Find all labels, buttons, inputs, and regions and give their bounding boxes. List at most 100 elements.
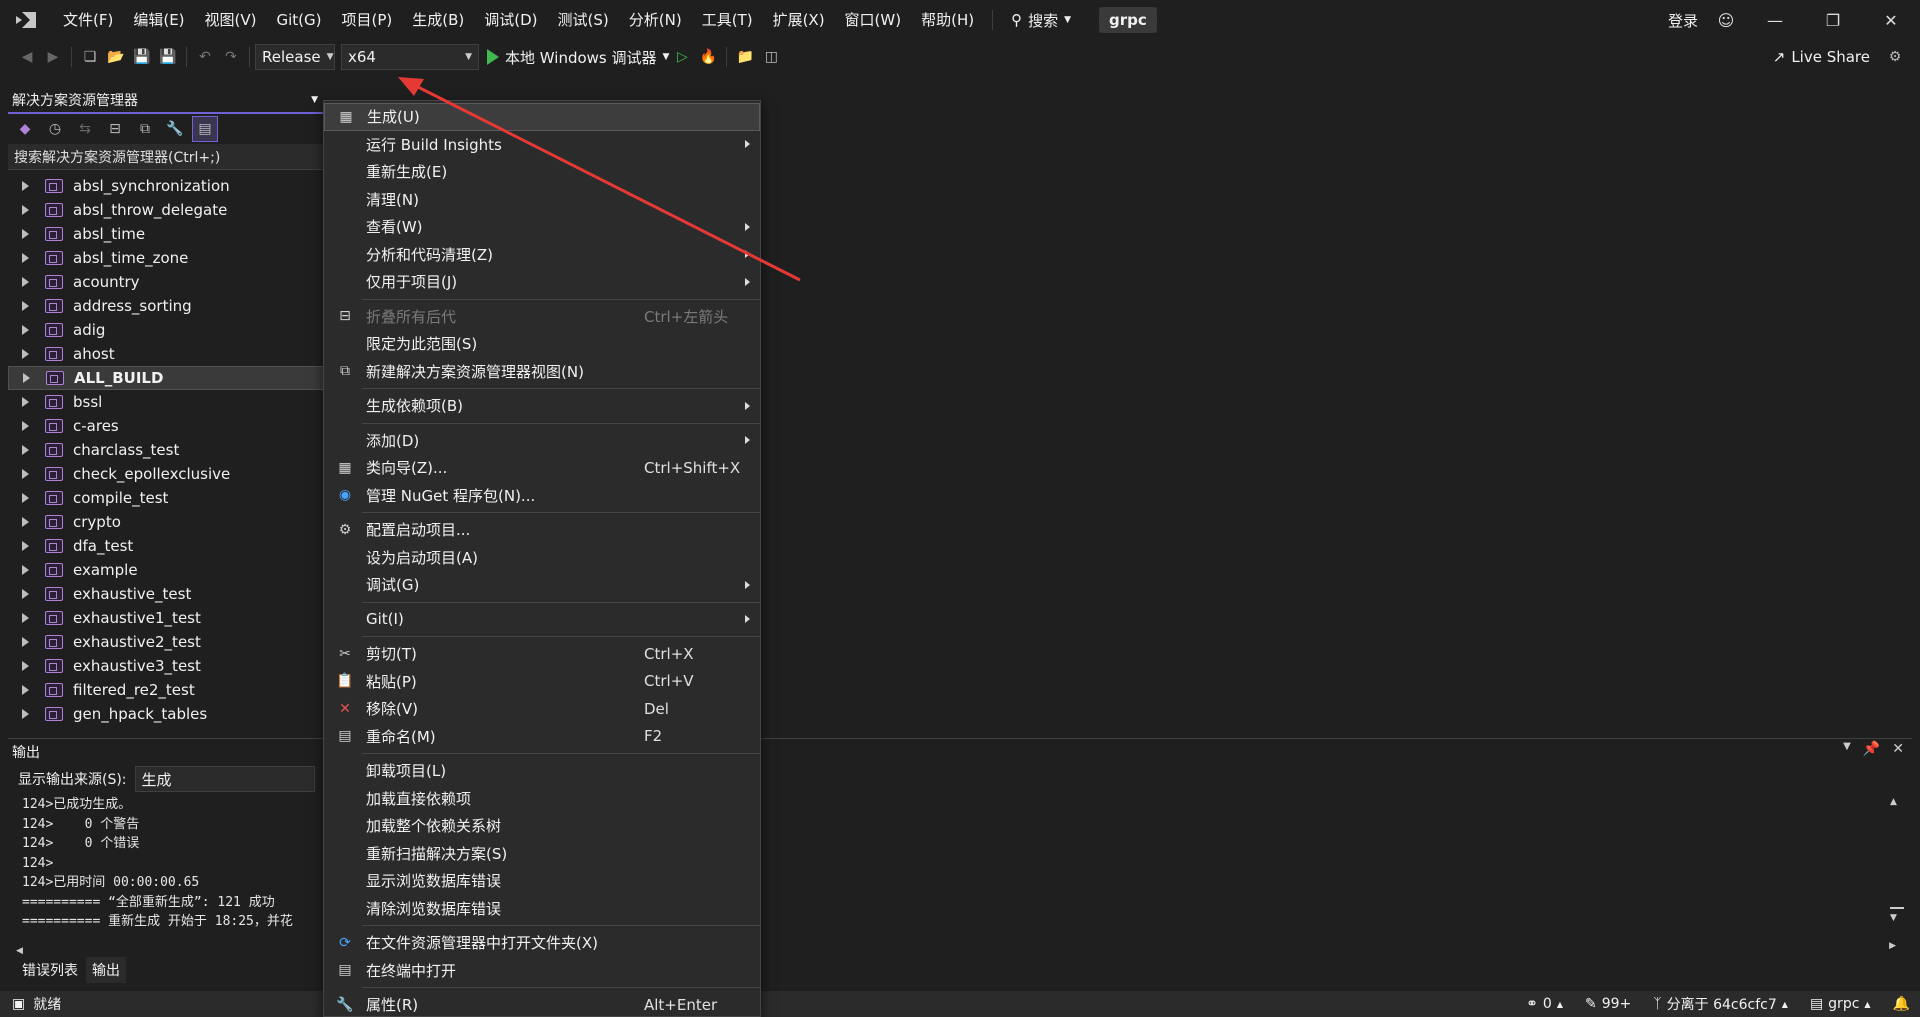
status-branch[interactable]: ᛉ 分离于 64c6cfc7 ▲ — [1653, 994, 1788, 1014]
context-menu-item[interactable]: 设为启动项目(A) — [324, 544, 760, 572]
tree-item[interactable]: crypto — [8, 510, 324, 534]
tree-item[interactable]: adig — [8, 318, 324, 342]
output-text[interactable]: 124>已成功生成。 124> 0 个警告 124> 0 个错误 124> 124>已用… — [22, 795, 293, 932]
tree-item[interactable]: absl_synchronization — [8, 174, 324, 198]
tree-item[interactable]: gen_hpack_tables — [8, 702, 324, 726]
context-menu-item[interactable]: 🔧 属性(R) Alt+Enter — [324, 991, 760, 1017]
solution-search-input[interactable]: 搜索解决方案资源管理器(Ctrl+;) — [8, 144, 324, 170]
context-menu-item[interactable]: ◉ 管理 NuGet 程序包(N)... — [324, 482, 760, 510]
context-menu-item[interactable]: ▦ 类向导(Z)... Ctrl+Shift+X — [324, 454, 760, 482]
menu-item[interactable]: Git(G) — [267, 0, 332, 40]
tab-output[interactable]: 输出 — [86, 957, 126, 983]
scroll-down-icon[interactable]: ▼ — [1890, 913, 1904, 923]
expand-arrow-icon[interactable] — [22, 325, 29, 335]
status-repo[interactable]: ▤ grpc ▲ — [1810, 996, 1871, 1012]
menu-item[interactable]: 分析(N) — [619, 0, 692, 40]
context-menu-item[interactable]: ✂ 剪切(T) Ctrl+X — [324, 640, 760, 668]
login-link[interactable]: 登录 — [1668, 10, 1698, 31]
context-menu-item[interactable]: ⚙ 配置启动项目... — [324, 516, 760, 544]
preview-icon[interactable]: ▤ — [192, 116, 218, 142]
properties-wrench-icon[interactable]: 🔧 — [162, 116, 188, 142]
menu-item[interactable]: 扩展(X) — [763, 0, 835, 40]
chevron-down-icon[interactable]: ▼ — [311, 95, 318, 105]
expand-arrow-icon[interactable] — [22, 541, 29, 551]
close-icon[interactable]: ✕ — [1892, 741, 1904, 757]
status-errors[interactable]: ⚭ 0 ▲ — [1526, 996, 1563, 1012]
tree-item[interactable]: c-ares — [8, 414, 324, 438]
tree-item[interactable]: ahost — [8, 342, 324, 366]
context-menu-item[interactable]: 📋 粘贴(P) Ctrl+V — [324, 668, 760, 696]
context-menu-item[interactable]: 加载整个依赖关系树 — [324, 812, 760, 840]
context-menu-item[interactable]: 加载直接依赖项 — [324, 785, 760, 813]
tree-item[interactable]: exhaustive2_test — [8, 630, 324, 654]
context-menu-item[interactable]: 卸载项目(L) — [324, 757, 760, 785]
menu-item[interactable]: 编辑(E) — [123, 0, 194, 40]
scroll-left-icon[interactable]: ◀ — [16, 946, 23, 956]
expand-arrow-icon[interactable] — [22, 637, 29, 647]
expand-arrow-icon[interactable] — [22, 253, 29, 263]
context-menu-item[interactable]: 限定为此范围(S) — [324, 330, 760, 358]
minimize-button[interactable]: — — [1746, 0, 1804, 40]
collapse-all-icon[interactable]: ⊟ — [102, 116, 128, 142]
tree-item[interactable]: absl_time_zone — [8, 246, 324, 270]
hot-reload-icon[interactable]: 🔥 — [695, 44, 721, 70]
expand-arrow-icon[interactable] — [22, 301, 29, 311]
expand-arrow-icon[interactable] — [22, 565, 29, 575]
tree-item[interactable]: exhaustive3_test — [8, 654, 324, 678]
expand-arrow-icon[interactable] — [22, 445, 29, 455]
expand-arrow-icon[interactable] — [22, 685, 29, 695]
expand-arrow-icon[interactable] — [22, 421, 29, 431]
tree-item[interactable]: check_epollexclusive — [8, 462, 324, 486]
expand-arrow-icon[interactable] — [22, 493, 29, 503]
output-horizontal-scrollbar[interactable]: ◀ ▶ — [16, 941, 1896, 956]
tree-item[interactable]: dfa_test — [8, 534, 324, 558]
expand-arrow-icon[interactable] — [22, 397, 29, 407]
expand-arrow-icon[interactable] — [22, 229, 29, 239]
menu-item[interactable]: 项目(P) — [332, 0, 403, 40]
context-menu-item[interactable]: 查看(W) — [324, 213, 760, 241]
expand-arrow-icon[interactable] — [22, 589, 29, 599]
show-all-files-icon[interactable]: ⧉ — [132, 116, 158, 142]
account-icon[interactable]: ☺ — [1706, 0, 1746, 40]
tree-item[interactable]: exhaustive_test — [8, 582, 324, 606]
chevron-down-icon[interactable]: ▼ — [1843, 741, 1851, 757]
open-folder-icon[interactable]: 📂 — [103, 44, 129, 70]
save-icon[interactable]: 💾 — [129, 44, 155, 70]
expand-arrow-icon[interactable] — [23, 373, 30, 383]
start-without-debugging-icon[interactable]: ▷ — [669, 44, 695, 70]
menu-item[interactable]: 帮助(H) — [911, 0, 984, 40]
new-project-icon[interactable]: ❏ — [77, 44, 103, 70]
tree-item[interactable]: absl_throw_delegate — [8, 198, 324, 222]
tab-error-list[interactable]: 错误列表 — [16, 957, 84, 983]
maximize-button[interactable]: ❐ — [1804, 0, 1862, 40]
expand-arrow-icon[interactable] — [22, 205, 29, 215]
context-menu-item[interactable]: Git(I) — [324, 606, 760, 634]
context-menu-item[interactable]: ⟳ 在文件资源管理器中打开文件夹(X) — [324, 929, 760, 957]
tree-item[interactable]: ALL_BUILD — [8, 366, 324, 390]
configuration-dropdown[interactable]: Release ▼ — [255, 44, 335, 70]
context-menu-item[interactable]: 清除浏览数据库错误 — [324, 895, 760, 923]
tree-item[interactable]: exhaustive1_test — [8, 606, 324, 630]
context-menu-item[interactable]: 清理(N) — [324, 186, 760, 214]
context-menu-item[interactable]: 重新扫描解决方案(S) — [324, 840, 760, 868]
context-menu-item[interactable]: 添加(D) — [324, 427, 760, 455]
scroll-right-icon[interactable]: ▶ — [1889, 941, 1896, 951]
pending-changes-icon[interactable]: ◷ — [42, 116, 68, 142]
visual-studio-logo-icon[interactable] — [13, 7, 39, 33]
context-menu-item[interactable]: ✕ 移除(V) Del — [324, 695, 760, 723]
pin-icon[interactable]: 📌 — [1863, 741, 1880, 757]
tree-item[interactable]: address_sorting — [8, 294, 324, 318]
feedback-icon[interactable]: ⚙ — [1882, 44, 1908, 70]
window-layout-icon[interactable]: ◫ — [758, 44, 784, 70]
context-menu-item[interactable]: 仅用于项目(J) — [324, 268, 760, 296]
context-menu-item[interactable]: ▤ 重命名(M) F2 — [324, 723, 760, 751]
redo-icon[interactable]: ↷ — [218, 44, 244, 70]
output-vertical-scrollbar[interactable]: ▲ ▼ — [1890, 797, 1904, 937]
undo-icon[interactable]: ↶ — [192, 44, 218, 70]
tree-item[interactable]: bssl — [8, 390, 324, 414]
scroll-up-icon[interactable]: ▲ — [1890, 797, 1904, 807]
platform-dropdown[interactable]: x64 ▼ — [341, 44, 479, 70]
menu-item[interactable]: 窗口(W) — [835, 0, 912, 40]
close-button[interactable]: ✕ — [1862, 0, 1920, 40]
menu-item[interactable]: 调试(D) — [474, 0, 547, 40]
